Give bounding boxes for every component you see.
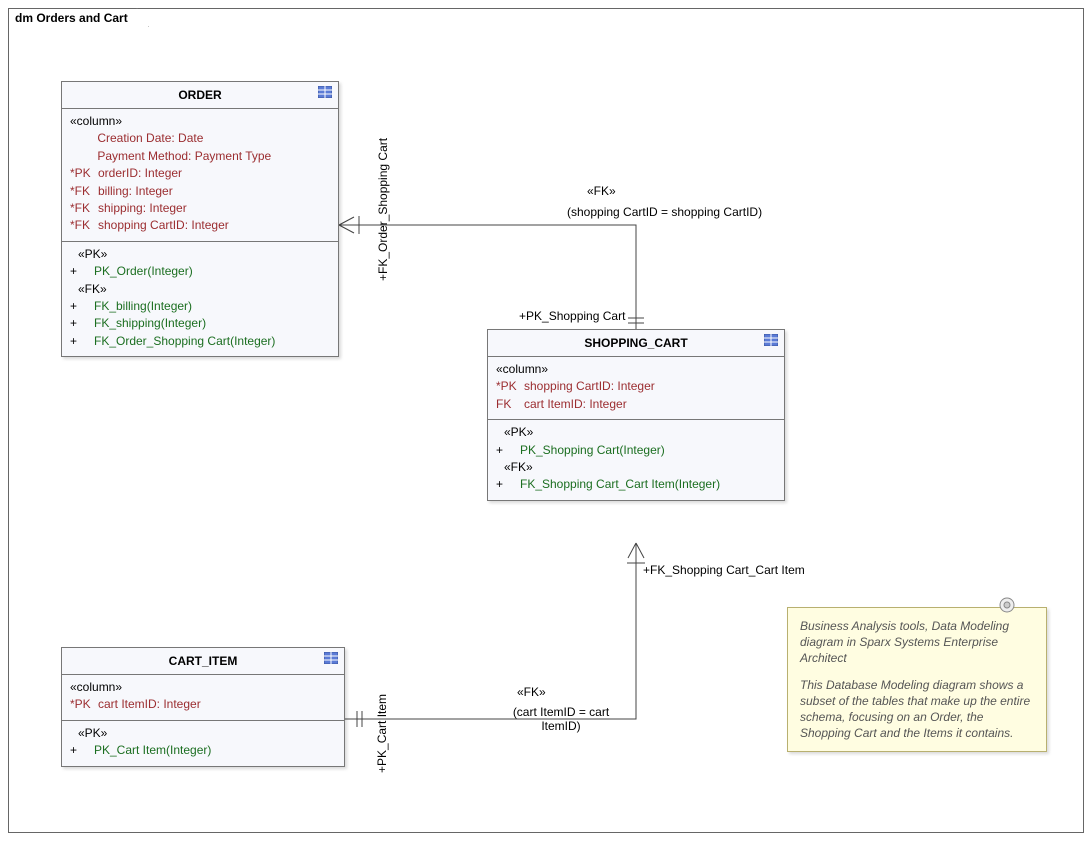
label-pk-cart-item-role: +PK_Cart Item <box>375 694 389 773</box>
label-fk-cart-item-role: +FK_Shopping Cart_Cart Item <box>643 563 805 577</box>
label-fk-order-shopping-cart-role: +FK_Order_Shopping Cart <box>376 138 390 281</box>
entity-order[interactable]: ORDER «column» Creation Date: Date Payme… <box>61 81 339 357</box>
label-fk-stereo-1: «FK» <box>587 184 616 198</box>
entity-cart-item[interactable]: CART_ITEM «column» *PKcart ItemID: Integ… <box>61 647 345 767</box>
diagram-title: dm Orders and Cart <box>15 11 128 25</box>
entity-item-ops: «PK» +PK_Cart Item(Integer) <box>62 721 344 766</box>
note-line-2: This Database Modeling diagram shows a s… <box>800 677 1034 742</box>
entity-order-header: ORDER <box>62 82 338 109</box>
note-line-1: Business Analysis tools, Data Modeling d… <box>800 618 1034 667</box>
diagram-frame: dm Orders and Cart ORDER «column» <box>8 8 1084 833</box>
table-icon <box>324 652 338 664</box>
note[interactable]: Business Analysis tools, Data Modeling d… <box>787 607 1047 752</box>
table-icon <box>764 334 778 346</box>
entity-shopping-cart[interactable]: SHOPPING_CART «column» *PKshopping CartI… <box>487 329 785 501</box>
entity-cart-columns: «column» *PKshopping CartID: Integer FKc… <box>488 357 784 420</box>
label-fk-condition-2: (cart ItemID = cart ItemID) <box>501 705 621 733</box>
entity-item-header: CART_ITEM <box>62 648 344 675</box>
entity-cart-name: SHOPPING_CART <box>584 336 687 350</box>
entity-item-name: CART_ITEM <box>169 654 238 668</box>
label-pk-shopping-cart-role: +PK_Shopping Cart <box>519 309 625 323</box>
entity-item-columns: «column» *PKcart ItemID: Integer <box>62 675 344 721</box>
entity-cart-ops: «PK» +PK_Shopping Cart(Integer) «FK» +FK… <box>488 420 784 500</box>
label-fk-condition-1: (shopping CartID = shopping CartID) <box>567 205 762 219</box>
pin-icon <box>996 596 1018 622</box>
entity-order-ops: «PK» +PK_Order(Integer) «FK» +FK_billing… <box>62 242 338 356</box>
entity-cart-header: SHOPPING_CART <box>488 330 784 357</box>
diagram-title-tab: dm Orders and Cart <box>8 8 149 27</box>
entity-order-name: ORDER <box>178 88 221 102</box>
table-icon <box>318 86 332 98</box>
entity-order-columns: «column» Creation Date: Date Payment Met… <box>62 109 338 242</box>
label-fk-stereo-2: «FK» <box>517 685 546 699</box>
